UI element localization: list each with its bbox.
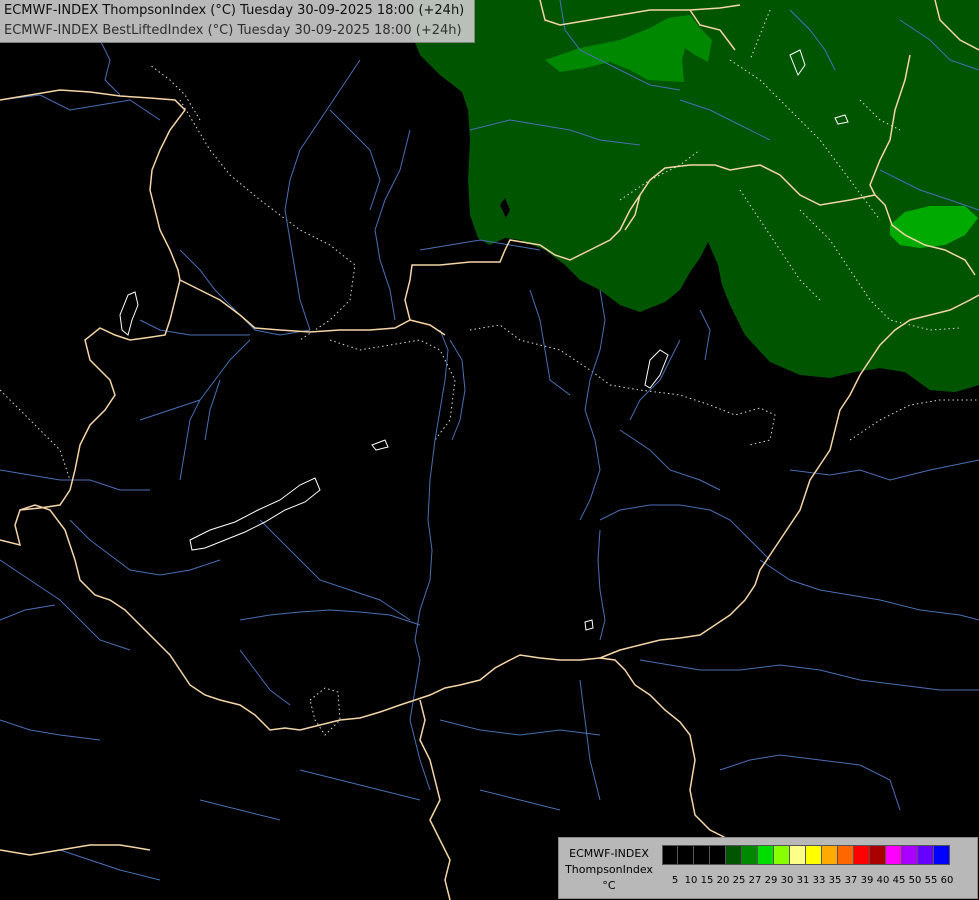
legend-swatch [662,845,678,865]
map-title-line-2: ECMWF-INDEX BestLiftedIndex (°C) Tuesday… [4,23,462,38]
legend-tick-label: 50 [908,875,922,886]
legend-tick-label: 30 [780,875,794,886]
legend-swatch [758,845,774,865]
legend-tick-label: 27 [748,875,762,886]
legend-tick-label: 60 [940,875,954,886]
map-title-box: ECMWF-INDEX ThompsonIndex (°C) Tuesday 3… [0,0,475,43]
legend-tick-label: 15 [700,875,714,886]
legend-unit: °C [602,879,616,892]
legend-swatch [822,845,838,865]
legend-swatch [742,845,758,865]
legend-title-1: ECMWF-INDEX [569,847,649,860]
color-legend: ECMWF-INDEX ThompsonIndex °C 5 10 15 20 25 27… [558,837,978,899]
legend-swatch [886,845,902,865]
legend-tick-label: 55 [924,875,938,886]
legend-ticks: 5 10 15 20 25 27 29 30 31 33 35 37 39 40 45 50 55 60 [662,875,979,889]
legend-tick-label: 10 [684,875,698,886]
legend-tick-label: 25 [732,875,746,886]
legend-swatch [726,845,742,865]
legend-tick-label: 33 [812,875,826,886]
weather-map [0,0,979,900]
legend-swatch [806,845,822,865]
legend-swatch [934,845,950,865]
legend-swatches [662,845,950,866]
legend-tick-label: 29 [764,875,778,886]
legend-swatch [854,845,870,865]
legend-tick-label: 31 [796,875,810,886]
legend-tick-label: 37 [844,875,858,886]
legend-tick-label: 40 [876,875,890,886]
legend-tick-label: 45 [892,875,906,886]
legend-tick-label: 35 [828,875,842,886]
legend-swatch [902,845,918,865]
legend-title-2: ThompsonIndex [565,863,653,876]
legend-swatch [710,845,726,865]
legend-swatch [838,845,854,865]
legend-tick-label: 20 [716,875,730,886]
legend-swatch [694,845,710,865]
map-title-line-1: ECMWF-INDEX ThompsonIndex (°C) Tuesday 3… [4,3,465,18]
legend-swatch [678,845,694,865]
legend-swatch [774,845,790,865]
legend-tick-label: 39 [860,875,874,886]
legend-swatch [918,845,934,865]
legend-tick-label: 5 [671,875,679,886]
legend-swatch [790,845,806,865]
legend-swatch [870,845,886,865]
